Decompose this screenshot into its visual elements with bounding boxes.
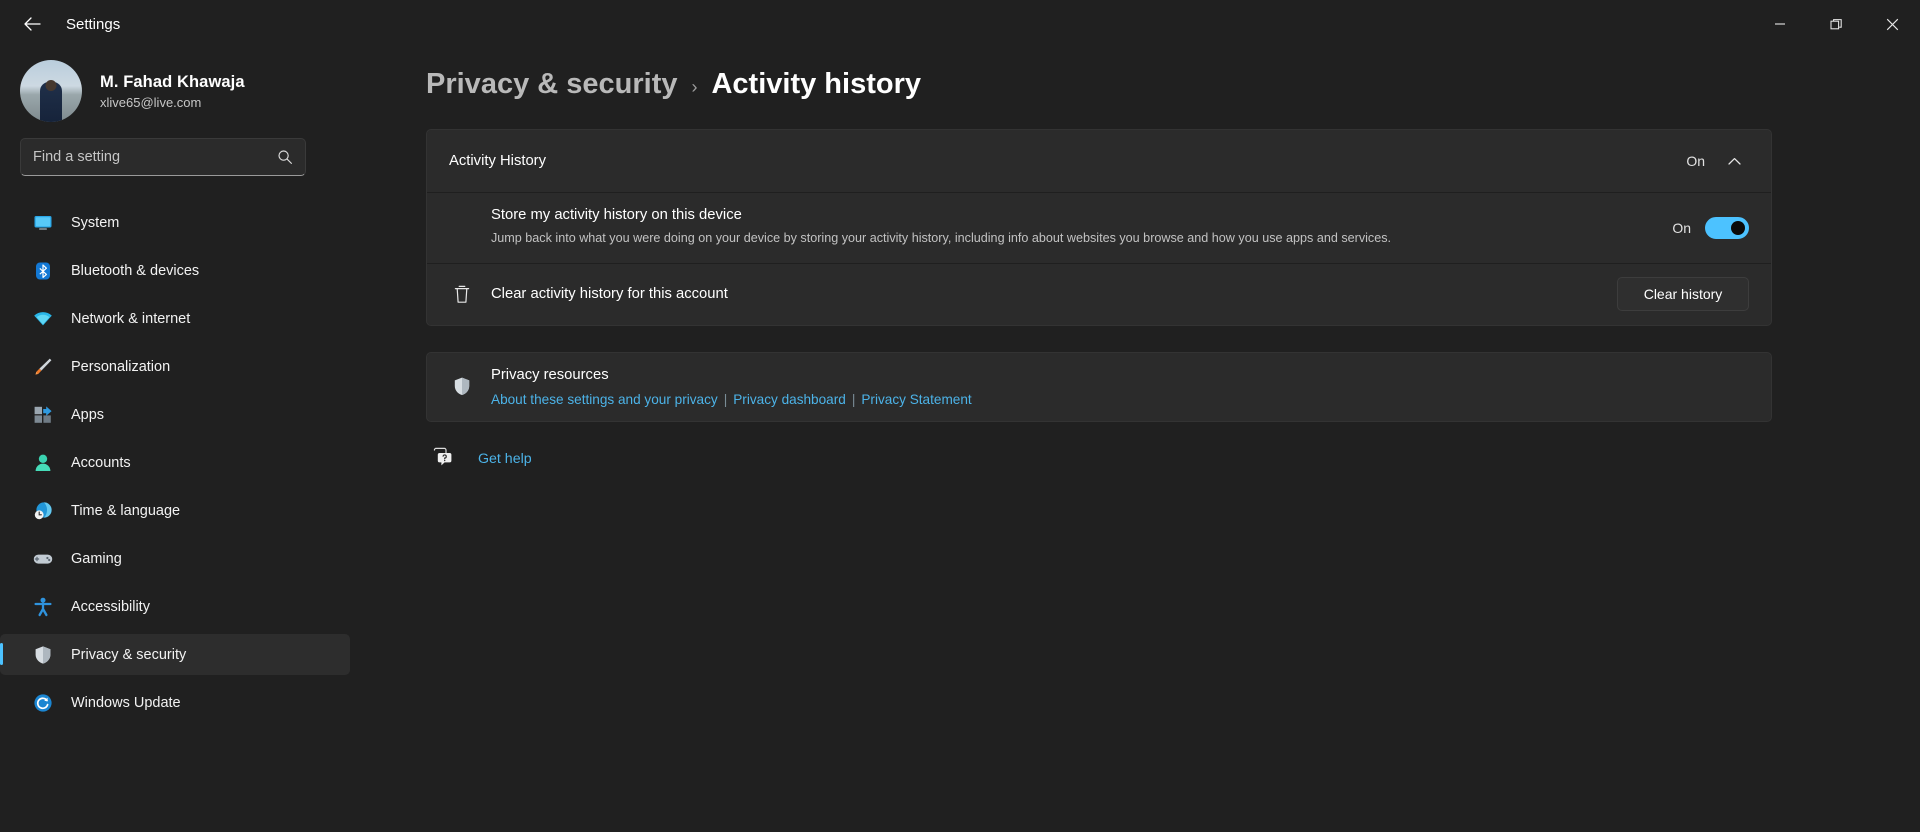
system-icon xyxy=(32,212,54,234)
apps-icon xyxy=(32,404,54,426)
app-title: Settings xyxy=(66,15,121,33)
back-button[interactable] xyxy=(12,8,52,40)
back-arrow-icon xyxy=(23,17,41,31)
sidebar-item-personalization[interactable]: Personalization xyxy=(0,346,350,387)
privacy-resources-title: Privacy resources xyxy=(491,366,609,383)
clear-history-title: Clear activity history for this account xyxy=(491,286,728,303)
profile-email: xlive65@live.com xyxy=(100,94,202,110)
sidebar-item-label: Network & internet xyxy=(71,310,191,327)
toggle-knob xyxy=(1731,220,1745,235)
activity-history-expander[interactable]: Activity History On xyxy=(427,130,1771,192)
sidebar-item-accessibility[interactable]: Accessibility xyxy=(0,586,350,627)
link-about-settings-privacy[interactable]: About these settings and your privacy xyxy=(491,392,718,407)
privacy-resources-body: Privacy resources About these settings a… xyxy=(491,353,972,421)
search-input[interactable] xyxy=(33,149,277,165)
search-icon[interactable] xyxy=(277,149,293,165)
avatar xyxy=(20,60,82,122)
store-activity-title: Store my activity history on this device xyxy=(491,207,742,223)
sidebar-item-time-language[interactable]: Time & language xyxy=(0,490,350,531)
search-section xyxy=(0,138,350,176)
profile-text: M. Fahad Khawaja xlive65@live.com xyxy=(100,73,245,110)
title-bar: Settings xyxy=(0,0,1920,48)
close-icon xyxy=(1886,18,1898,30)
sidebar-item-apps[interactable]: Apps xyxy=(0,394,350,435)
store-activity-toggle-wrap: On xyxy=(1672,216,1749,239)
profile-name: M. Fahad Khawaja xyxy=(100,72,245,91)
expander-title: Activity History xyxy=(449,153,547,169)
wifi-icon xyxy=(32,308,54,330)
sidebar-item-network-internet[interactable]: Network & internet xyxy=(0,298,350,339)
breadcrumb-separator: › xyxy=(691,77,698,97)
restore-icon xyxy=(1829,18,1842,29)
clear-history-right: Clear history xyxy=(1617,277,1749,312)
sidebar-item-label: Windows Update xyxy=(71,694,181,711)
gamepad-icon xyxy=(32,548,54,570)
breadcrumb: Privacy & security › Activity history xyxy=(426,68,1920,101)
paintbrush-icon xyxy=(32,356,54,378)
sidebar-nav: System Bluetooth & devices Network & int… xyxy=(0,202,350,723)
user-profile[interactable]: M. Fahad Khawaja xlive65@live.com xyxy=(0,48,350,138)
sidebar-item-label: Accessibility xyxy=(71,598,150,615)
store-activity-toggle[interactable] xyxy=(1705,216,1749,239)
avatar-head xyxy=(45,80,57,91)
sidebar-item-label: Apps xyxy=(71,406,105,423)
sidebar: M. Fahad Khawaja xlive65@live.com Find a… xyxy=(0,48,370,832)
sidebar-item-label: Gaming xyxy=(71,550,122,567)
window-controls xyxy=(1752,0,1920,48)
toggle-state-label: On xyxy=(1672,219,1691,236)
sidebar-item-gaming[interactable]: Gaming xyxy=(0,538,350,579)
search-box[interactable] xyxy=(20,138,306,176)
sidebar-item-label: System xyxy=(71,214,120,231)
chevron-up-icon[interactable] xyxy=(1719,146,1749,176)
sidebar-item-label: Privacy & security xyxy=(71,646,187,663)
sidebar-item-accounts[interactable]: Accounts xyxy=(0,442,350,483)
clear-history-row: Clear activity history for this account … xyxy=(427,262,1771,325)
shield-icon xyxy=(449,376,475,397)
account-icon xyxy=(32,452,54,474)
link-privacy-statement[interactable]: Privacy Statement xyxy=(861,392,971,407)
page-title: Activity history xyxy=(711,68,921,100)
bluetooth-icon xyxy=(32,260,54,282)
privacy-resources-card: Privacy resources About these settings a… xyxy=(426,351,1772,422)
settings-cards: Activity History On Store my activity hi xyxy=(426,129,1772,473)
activity-history-card: Activity History On Store my activity hi xyxy=(426,129,1772,326)
sidebar-item-label: Bluetooth & devices xyxy=(71,262,200,279)
main-content: Privacy & security › Activity history Ac… xyxy=(370,48,1920,832)
expander-right: On xyxy=(1686,146,1749,176)
sidebar-item-bluetooth-devices[interactable]: Bluetooth & devices xyxy=(0,250,350,291)
store-activity-right: On xyxy=(1672,216,1749,239)
privacy-resources-links: About these settings and your privacy | … xyxy=(491,392,972,407)
sidebar-item-system[interactable]: System xyxy=(0,202,350,243)
expander-value: On xyxy=(1686,153,1705,169)
sidebar-item-label: Time & language xyxy=(71,502,181,519)
get-help-link[interactable]: Get help xyxy=(478,451,532,467)
sidebar-item-label: Accounts xyxy=(71,454,131,471)
shield-icon xyxy=(32,644,54,666)
close-button[interactable] xyxy=(1864,0,1920,48)
link-privacy-dashboard[interactable]: Privacy dashboard xyxy=(733,392,846,407)
sidebar-item-windows-update[interactable]: Windows Update xyxy=(0,682,350,723)
clear-history-button[interactable]: Clear history xyxy=(1617,277,1749,312)
restore-button[interactable] xyxy=(1808,0,1864,48)
link-separator: | xyxy=(851,391,856,407)
help-icon xyxy=(432,446,454,473)
get-help-section: Get help xyxy=(426,446,1772,473)
sidebar-item-label: Personalization xyxy=(71,358,171,375)
breadcrumb-parent-link[interactable]: Privacy & security xyxy=(426,68,677,101)
store-activity-description: Jump back into what you were doing on yo… xyxy=(491,231,1392,245)
accessibility-icon xyxy=(32,596,54,618)
store-activity-body: Store my activity history on this device… xyxy=(491,193,1391,263)
update-icon xyxy=(32,692,54,714)
store-activity-row: Store my activity history on this device… xyxy=(427,192,1771,263)
minimize-button[interactable] xyxy=(1752,0,1808,48)
sidebar-item-privacy-security[interactable]: Privacy & security xyxy=(0,634,350,675)
clock-globe-icon xyxy=(32,500,54,522)
minimize-icon xyxy=(1775,23,1785,25)
trash-icon xyxy=(449,284,475,305)
privacy-resources-row: Privacy resources About these settings a… xyxy=(427,353,1771,421)
link-separator: | xyxy=(723,391,728,407)
